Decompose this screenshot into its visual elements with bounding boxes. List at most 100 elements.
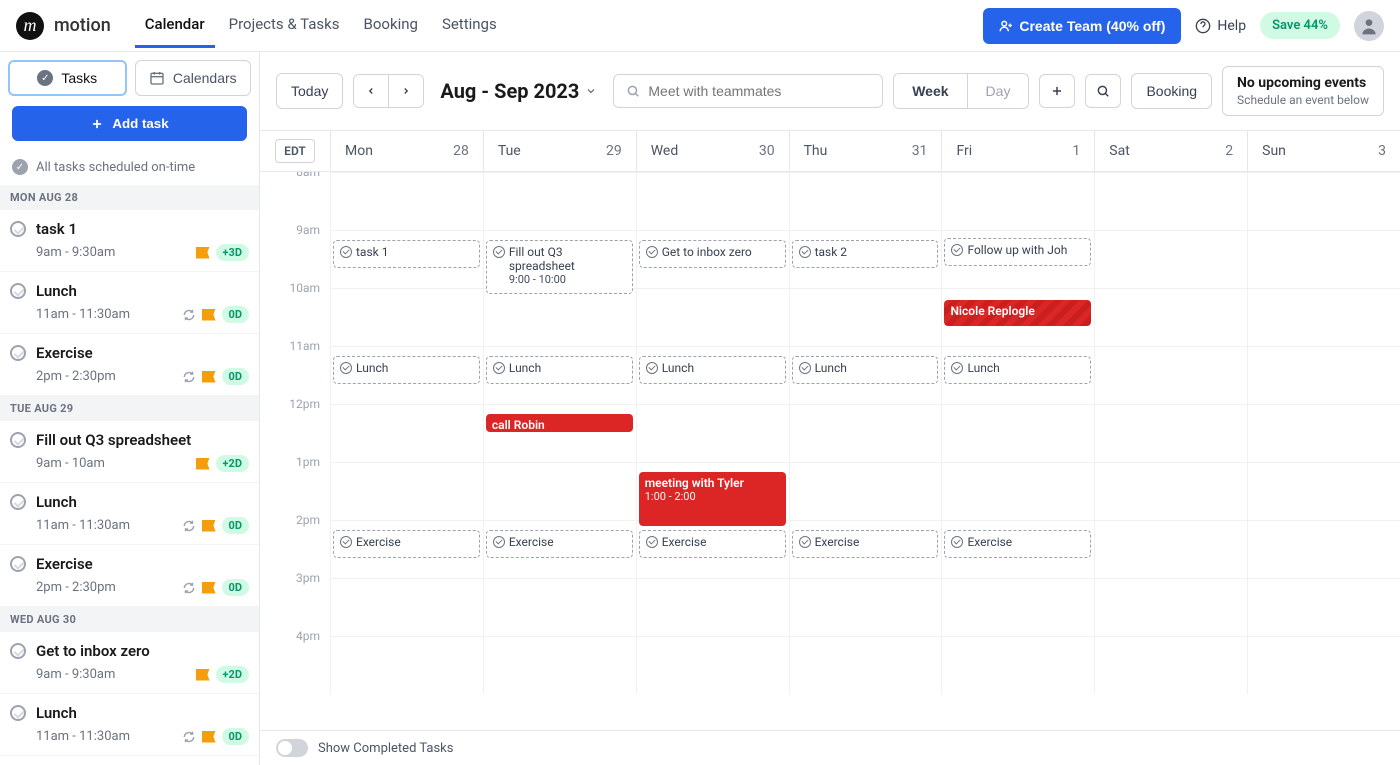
help-link[interactable]: Help [1195,18,1246,34]
task-item[interactable]: Exercise 2pm - 2:30pm 0D [0,545,259,607]
check-icon [799,536,811,548]
today-button[interactable]: Today [276,73,343,109]
flag-icon [196,247,210,259]
check-icon [340,362,352,374]
nav-booking[interactable]: Booking [354,3,428,48]
hour-label: 4pm [260,629,330,687]
flag-icon [202,582,216,594]
task-checkbox[interactable] [10,221,26,237]
task-title: Lunch [36,493,77,511]
task-time: 11am - 11:30am [36,307,130,322]
next-button[interactable] [389,75,423,107]
check-icon [493,536,505,548]
calendar-event[interactable]: Lunch [333,356,480,384]
task-item[interactable]: Fill out Q3 spreadsheet 9am - 10am +2D [0,421,259,483]
save-badge[interactable]: Save 44% [1260,12,1340,39]
day-column-header[interactable]: Wed30 [636,131,789,171]
search-input[interactable] [648,83,870,99]
calendar-event[interactable]: Lunch [486,356,633,384]
day-column-header[interactable]: Mon28 [330,131,483,171]
check-icon [951,362,963,374]
check-icon [799,246,811,258]
calendar-event[interactable]: meeting with Tyler1:00 - 2:00 [639,472,786,526]
task-checkbox[interactable] [10,494,26,510]
hour-label: 10am [260,281,330,339]
search-button[interactable] [1085,74,1121,108]
calendar-event[interactable]: Exercise [333,530,480,558]
task-item[interactable]: Get to inbox zero 9am - 9:30am +2D [0,632,259,694]
tab-tasks[interactable]: ✓ Tasks [8,60,127,96]
chevron-right-icon [401,84,411,98]
task-time: 11am - 11:30am [36,518,130,533]
calendar-event[interactable]: task 2 [792,240,939,268]
task-checkbox[interactable] [10,705,26,721]
upcoming-panel[interactable]: No upcoming events Schedule an event bel… [1222,66,1384,116]
hour-label: 3pm [260,571,330,629]
tab-calendars[interactable]: Calendars [135,60,252,96]
check-icon [493,362,505,374]
calendar-event[interactable]: Exercise [639,530,786,558]
hour-label: 8am [260,172,330,223]
nav-calendar[interactable]: Calendar [135,3,215,48]
nav-projects[interactable]: Projects & Tasks [219,3,350,48]
task-item[interactable]: Lunch 11am - 11:30am 0D [0,483,259,545]
check-icon [799,362,811,374]
task-title: Get to inbox zero [36,642,150,660]
due-pill: 0D [222,517,249,534]
calendar-event[interactable]: Follow up with Joh [944,238,1091,266]
calendar-event[interactable]: Exercise [486,530,633,558]
task-checkbox[interactable] [10,283,26,299]
task-time: 2pm - 2:30pm [36,369,116,384]
task-item[interactable]: task 1 9am - 9:30am +3D [0,210,259,272]
sync-icon [182,519,196,533]
show-completed-toggle[interactable] [276,739,308,757]
view-day[interactable]: Day [968,74,1029,108]
task-checkbox[interactable] [10,345,26,361]
day-column-header[interactable]: Tue29 [483,131,636,171]
calendar-event[interactable]: Lunch [639,356,786,384]
day-header: WED AUG 30 [0,607,259,632]
calendar-event[interactable]: Lunch [944,356,1091,384]
day-column-header[interactable]: Sat2 [1094,131,1247,171]
task-list[interactable]: MON AUG 28 task 1 9am - 9:30am +3D Lunch… [0,185,259,765]
search-box[interactable] [613,74,883,108]
day-column-header[interactable]: Fri1 [941,131,1094,171]
task-item[interactable]: Lunch 11am - 11:30am 0D [0,272,259,334]
check-icon [951,536,963,548]
plus-icon [90,117,104,131]
calendar-event[interactable]: call Robin [486,414,633,432]
calendar-event[interactable]: Nicole Replogle [944,300,1091,326]
day-column-header[interactable]: Sun3 [1247,131,1400,171]
task-checkbox[interactable] [10,556,26,572]
task-checkbox[interactable] [10,432,26,448]
booking-button[interactable]: Booking [1131,73,1212,109]
check-icon [340,536,352,548]
calendar-event[interactable]: Exercise [944,530,1091,558]
search-icon [626,84,640,98]
calendar-event[interactable]: Fill out Q3 spreadsheet9:00 - 10:00 [486,240,633,294]
view-week[interactable]: Week [894,74,967,108]
calendar-event[interactable]: Exercise [792,530,939,558]
date-range-picker[interactable]: Aug - Sep 2023 [434,79,603,103]
calendar-event[interactable]: task 1 [333,240,480,268]
day-column-header[interactable]: Thu31 [789,131,942,171]
calendar-icon [149,70,165,86]
nav-settings[interactable]: Settings [432,3,507,48]
task-checkbox[interactable] [10,643,26,659]
add-button[interactable] [1039,74,1075,108]
add-task-button[interactable]: Add task [12,106,247,141]
sidebar: ✓ Tasks Calendars Add task ✓ All tasks s… [0,52,260,765]
user-avatar[interactable] [1354,11,1384,41]
flag-icon [202,731,216,743]
task-item[interactable]: Exercise 2pm - 2:30pm 0D [0,334,259,396]
prev-button[interactable] [354,75,389,107]
due-pill: +2D [216,666,249,683]
check-icon: ✓ [37,70,53,86]
timezone-badge[interactable]: EDT [275,139,315,163]
calendar-event[interactable]: Lunch [792,356,939,384]
brand-name: motion [54,15,111,36]
calendar-event[interactable]: Get to inbox zero [639,240,786,268]
task-item[interactable]: Lunch 11am - 11:30am 0D [0,694,259,756]
create-team-button[interactable]: Create Team (40% off) [983,8,1181,44]
due-pill: 0D [222,728,249,745]
